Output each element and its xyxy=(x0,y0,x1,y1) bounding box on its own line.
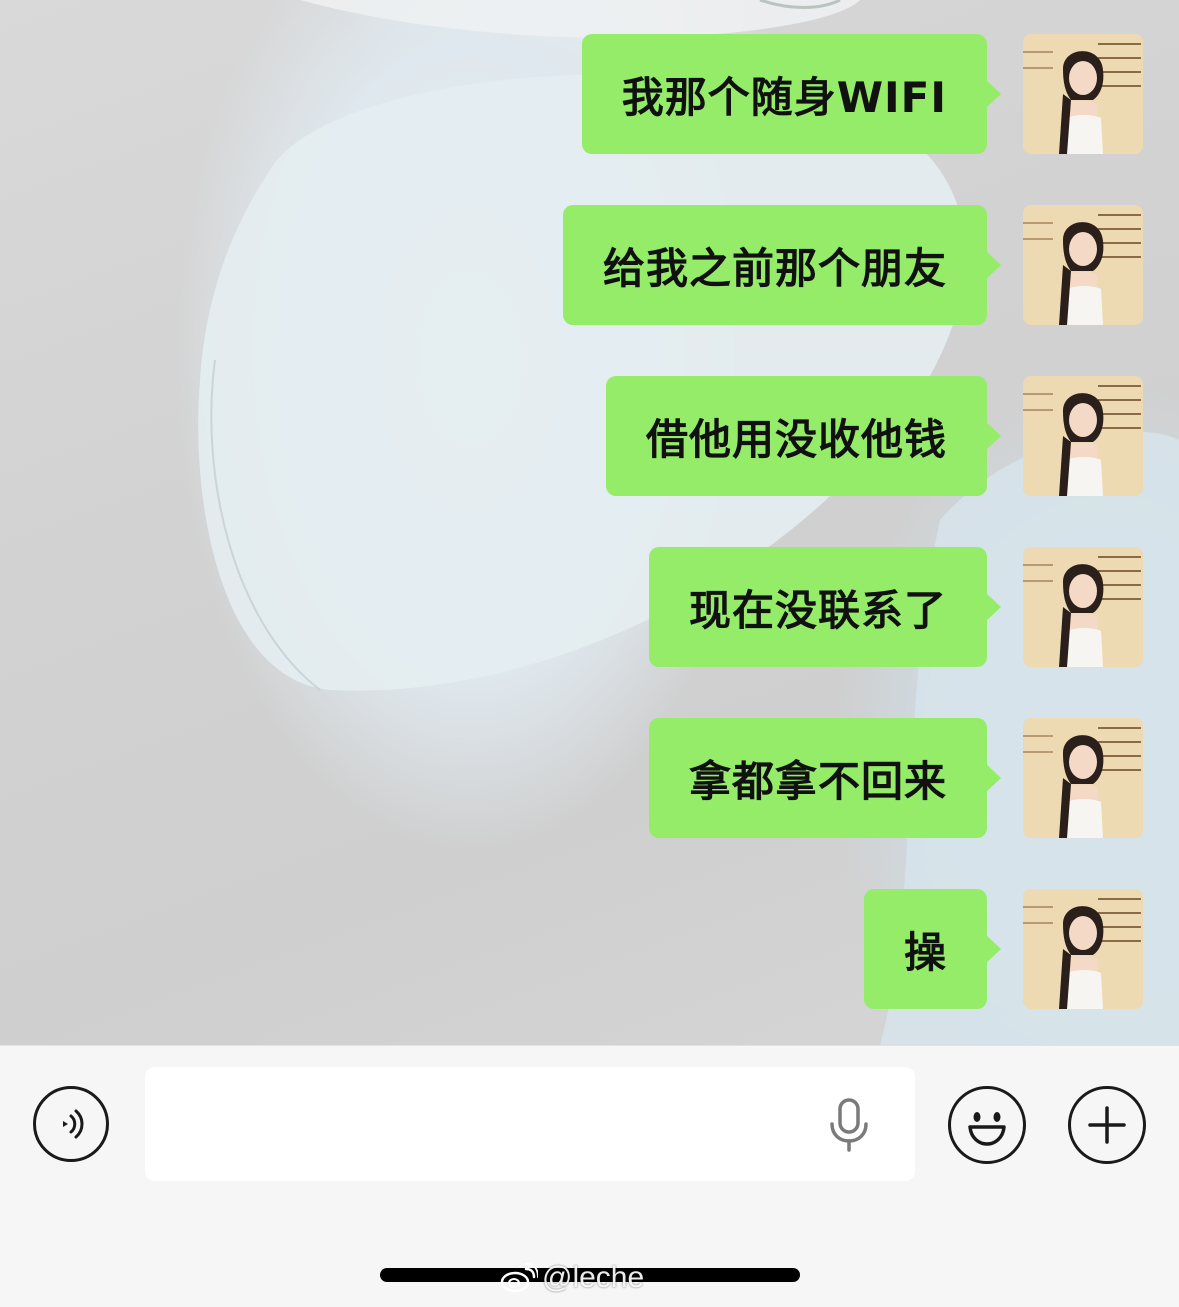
message-bubble[interactable]: 操 xyxy=(863,889,1002,1009)
avatar-image xyxy=(1023,34,1143,154)
avatar[interactable] xyxy=(1023,889,1143,1009)
message-row: 现在没联系了 xyxy=(648,547,1143,667)
message-row: 我那个随身WIFI xyxy=(581,34,1143,154)
weibo-logo-icon xyxy=(500,1263,538,1293)
voice-toggle-icon xyxy=(63,1109,84,1139)
avatar-image xyxy=(1023,376,1143,496)
message-row: 操 xyxy=(863,889,1143,1009)
more-options-button[interactable] xyxy=(1068,1086,1146,1164)
message-text: 借他用没收他钱 xyxy=(645,414,947,464)
watermark-text: @leche xyxy=(542,1261,645,1294)
avatar[interactable] xyxy=(1023,547,1143,667)
watermark: @leche xyxy=(500,1261,644,1295)
microphone-button[interactable] xyxy=(826,1098,872,1152)
message-bubble[interactable]: 拿都拿不回来 xyxy=(648,718,1002,838)
message-bubble[interactable]: 现在没联系了 xyxy=(648,547,1002,667)
message-text: 给我之前那个朋友 xyxy=(602,243,947,293)
microphone-icon xyxy=(830,1098,868,1152)
message-text: 现在没联系了 xyxy=(688,585,947,635)
message-bubble[interactable]: 借他用没收他钱 xyxy=(605,376,1002,496)
plus-icon xyxy=(1088,1106,1126,1144)
message-row: 借他用没收他钱 xyxy=(605,376,1143,496)
message-row: 给我之前那个朋友 xyxy=(562,205,1143,325)
voice-toggle-button[interactable] xyxy=(33,1086,109,1162)
message-row: 拿都拿不回来 xyxy=(648,718,1143,838)
message-text: 操 xyxy=(903,927,947,977)
avatar[interactable] xyxy=(1023,376,1143,496)
avatar-image xyxy=(1023,205,1143,325)
message-bubble[interactable]: 给我之前那个朋友 xyxy=(562,205,1002,325)
avatar-image xyxy=(1023,718,1143,838)
emoji-icon xyxy=(968,1112,1006,1146)
chat-area: 我那个随身WIFI 给我之前那个朋友 借他用没收他钱 现在没联系了 拿都拿不回来… xyxy=(0,0,1179,1045)
message-text: 拿都拿不回来 xyxy=(688,756,947,806)
message-text: 我那个随身WIFI xyxy=(621,72,947,122)
message-input[interactable] xyxy=(145,1067,915,1181)
message-bubble[interactable]: 我那个随身WIFI xyxy=(581,34,1002,154)
avatar[interactable] xyxy=(1023,34,1143,154)
avatar-image xyxy=(1023,889,1143,1009)
emoji-button[interactable] xyxy=(948,1086,1026,1164)
avatar[interactable] xyxy=(1023,718,1143,838)
input-bar: @leche xyxy=(0,1045,1179,1307)
avatar-image xyxy=(1023,547,1143,667)
avatar[interactable] xyxy=(1023,205,1143,325)
